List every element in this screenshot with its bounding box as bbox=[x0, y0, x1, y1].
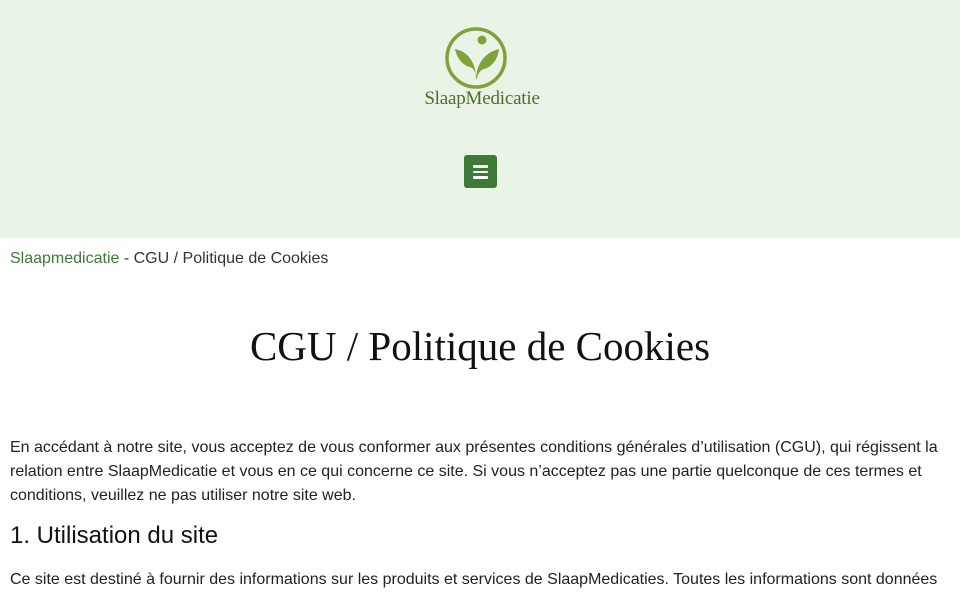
breadcrumb: Slaapmedicatie - CGU / Politique de Cook… bbox=[10, 250, 328, 268]
page-title: CGU / Politique de Cookies bbox=[249, 323, 711, 369]
intro-paragraph: En accédant à notre site, vous acceptez … bbox=[10, 439, 938, 504]
logo-text: SlaapMedicatie bbox=[424, 88, 540, 109]
site-header: SlaapMedicatie bbox=[0, 0, 960, 238]
breadcrumb-home-link[interactable]: Slaapmedicatie bbox=[10, 250, 119, 267]
leaf-person-icon bbox=[445, 27, 507, 89]
breadcrumb-separator: - bbox=[119, 250, 134, 267]
section-heading-utilisation: 1. Utilisation du site bbox=[10, 522, 219, 549]
menu-button[interactable] bbox=[464, 155, 497, 188]
site-logo[interactable]: SlaapMedicatie bbox=[410, 22, 550, 114]
breadcrumb-current: CGU / Politique de Cookies bbox=[133, 250, 329, 267]
section-paragraph-utilisation: Ce site est destiné à fournir des inform… bbox=[10, 571, 938, 588]
